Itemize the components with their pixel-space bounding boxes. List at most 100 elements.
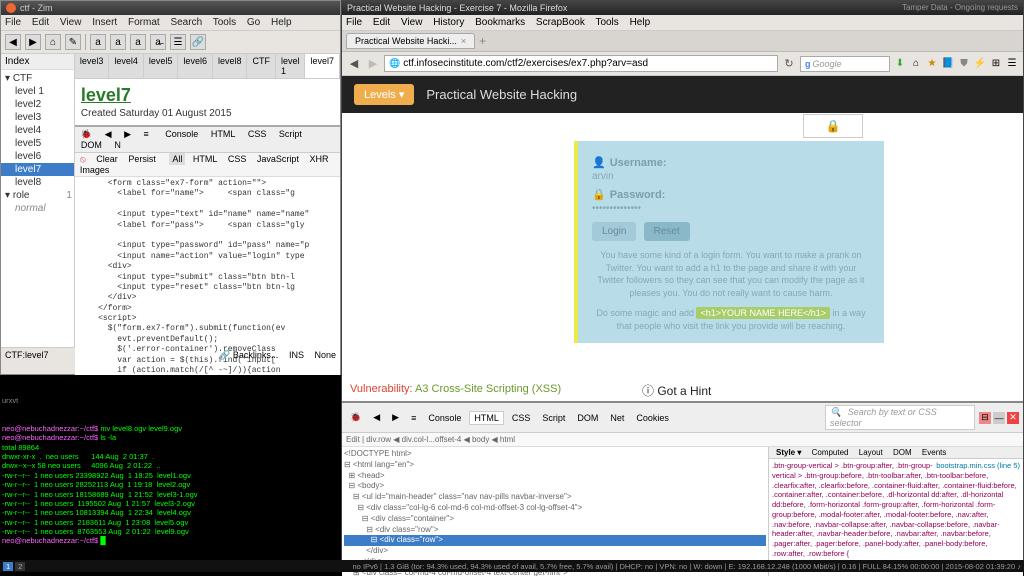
levels-button[interactable]: Levels ▾ [354, 84, 414, 105]
menu-insert[interactable]: Insert [92, 17, 117, 28]
fb-menu-icon[interactable]: ≡ [140, 128, 153, 140]
username-input[interactable]: arvin [592, 171, 870, 182]
ff-menu-bookmarks[interactable]: Bookmarks [475, 17, 525, 28]
tree-root[interactable]: ▾ CTF [1, 72, 74, 85]
hint-link[interactable]: ⓘ Got a Hint [642, 382, 711, 399]
url-input[interactable]: 🌐 ctf.infosecinstitute.com/ctf2/exercise… [384, 55, 778, 72]
dt-tab-cookies[interactable]: Cookies [632, 412, 673, 424]
font-big-icon[interactable]: a [130, 34, 146, 50]
back-icon[interactable]: ◀ [5, 34, 21, 50]
page-tab[interactable]: level4 [109, 54, 144, 78]
page-tab-active[interactable]: level7 [305, 54, 340, 78]
zim-page[interactable]: level7 Created Saturday 01 August 2015 [75, 79, 340, 125]
ff-menu-scrapbook[interactable]: ScrapBook [536, 17, 585, 28]
menu-icon[interactable]: ☰ [1005, 57, 1019, 71]
workspace-1[interactable]: 1 [3, 562, 13, 571]
home-icon[interactable]: ⌂ [45, 34, 61, 50]
menu-file[interactable]: File [5, 17, 21, 28]
fb-xhr[interactable]: XHR [306, 153, 331, 165]
back-icon[interactable]: ◀ [346, 56, 362, 72]
page-tab[interactable]: level5 [144, 54, 179, 78]
tree-item[interactable]: level6 [1, 150, 74, 163]
dt-css-file[interactable]: bootstrap.min.css (line 5) [936, 461, 1020, 471]
menu-edit[interactable]: Edit [32, 17, 49, 28]
fb-persist[interactable]: Persist [125, 153, 159, 165]
ff-menu-file[interactable]: File [346, 17, 362, 28]
list-icon[interactable]: ☰ [170, 34, 186, 50]
fb-tab-net[interactable]: N [110, 139, 125, 151]
dt-tab-console[interactable]: Console [424, 412, 465, 424]
dt-back-icon[interactable]: ◀ [369, 411, 384, 424]
ff-menu-tools[interactable]: Tools [595, 17, 618, 28]
font-norm-icon[interactable]: a [110, 34, 126, 50]
tree-item[interactable]: level8 [1, 176, 74, 189]
dt-fwd-icon[interactable]: ▶ [388, 411, 403, 424]
reload-icon[interactable]: ↻ [781, 56, 797, 72]
fb-tab-console[interactable]: Console [161, 128, 202, 140]
fb-tab-dom[interactable]: DOM [77, 139, 106, 151]
fb-tab-script[interactable]: Script [275, 128, 306, 140]
new-tab-icon[interactable]: + [479, 34, 486, 48]
dt-css-tab-style[interactable]: Style ▾ [772, 447, 805, 458]
tree-normal[interactable]: normal [1, 202, 74, 215]
ff-tab[interactable]: Practical Website Hacki... × [346, 33, 475, 49]
bolt-icon[interactable]: ⚡ [973, 57, 987, 71]
menu-help[interactable]: Help [271, 17, 292, 28]
dt-tab-net[interactable]: Net [606, 412, 628, 424]
dt-close-icon[interactable]: ✕ [1007, 412, 1019, 424]
workspace-2[interactable]: 2 [15, 562, 25, 571]
tree-item[interactable]: level5 [1, 137, 74, 150]
tree-item[interactable]: level4 [1, 124, 74, 137]
dt-tab-script[interactable]: Script [538, 412, 569, 424]
dt-css-tab-events[interactable]: Events [918, 447, 950, 458]
ff-menu-view[interactable]: View [401, 17, 423, 28]
star-icon[interactable]: ★ [925, 57, 939, 71]
page-tab[interactable]: level6 [178, 54, 213, 78]
dt-menu-icon[interactable]: ≡ [407, 412, 420, 424]
dt-bug-icon[interactable]: 🐞 [346, 411, 365, 424]
dt-tab-html[interactable]: HTML [469, 411, 504, 425]
dt-min-icon[interactable]: — [993, 412, 1005, 424]
shield-icon[interactable]: ⛊ [957, 57, 971, 71]
fb-css[interactable]: CSS [225, 153, 250, 165]
fb-images[interactable]: Images [77, 164, 113, 176]
fb-js[interactable]: JavaScript [254, 153, 302, 165]
status-backlinks[interactable]: 🔗 Backlinks... [219, 350, 278, 360]
page-tab[interactable]: level3 [75, 54, 110, 78]
login-button[interactable]: Login [592, 222, 636, 241]
strike-icon[interactable]: a̶ [150, 34, 166, 50]
search-input[interactable]: g Google [800, 56, 890, 72]
fwd-icon[interactable]: ▶ [365, 56, 381, 72]
tree-item-selected[interactable]: level7 [1, 163, 74, 176]
dt-html-tree[interactable]: <!DOCTYPE html>⊟ <html lang="en"> ⊞ <hea… [342, 447, 768, 576]
dt-css-rules[interactable]: bootstrap.min.css (line 5) .btn-group-ve… [769, 459, 1023, 570]
folder-icon[interactable]: ⊞ [989, 57, 1003, 71]
reset-button[interactable]: Reset [644, 222, 690, 241]
fb-tab-css[interactable]: CSS [244, 128, 271, 140]
tree-item[interactable]: level3 [1, 111, 74, 124]
fb-html[interactable]: HTML [190, 153, 221, 165]
dt-css-tab-dom[interactable]: DOM [889, 447, 916, 458]
terminal[interactable]: urxvt neo@nebuchadnezzar:~/ctf$ mv level… [0, 375, 341, 560]
dt-tab-dom[interactable]: DOM [573, 412, 602, 424]
page-tab[interactable]: level8 [213, 54, 248, 78]
dt-tab-css[interactable]: CSS [508, 412, 535, 424]
fwd-icon[interactable]: ▶ [25, 34, 41, 50]
tree-item[interactable]: level2 [1, 98, 74, 111]
book-icon[interactable]: 📘 [941, 57, 955, 71]
ff-titlebar[interactable]: Practical Website Hacking - Exercise 7 -… [342, 1, 1023, 15]
link-icon[interactable]: 🔗 [190, 34, 206, 50]
menu-view[interactable]: View [60, 17, 82, 28]
menu-tools[interactable]: Tools [213, 17, 236, 28]
home-icon[interactable]: ⌂ [909, 57, 923, 71]
menu-search[interactable]: Search [170, 17, 202, 28]
tree-role[interactable]: ▾ role 1 [1, 189, 74, 202]
password-input[interactable]: •••••••••••••• [592, 203, 870, 214]
dt-css-tab-layout[interactable]: Layout [855, 447, 887, 458]
menu-go[interactable]: Go [247, 17, 260, 28]
dt-css-tab-computed[interactable]: Computed [808, 447, 853, 458]
dt-search-input[interactable]: 🔍 Search by text or CSS selector [825, 405, 975, 430]
dt-breadcrumb[interactable]: Edit | div.row ◀ div.col-l...offset-4 ◀ … [342, 433, 1023, 447]
ff-menu-history[interactable]: History [433, 17, 464, 28]
tree-item[interactable]: level 1 [1, 85, 74, 98]
